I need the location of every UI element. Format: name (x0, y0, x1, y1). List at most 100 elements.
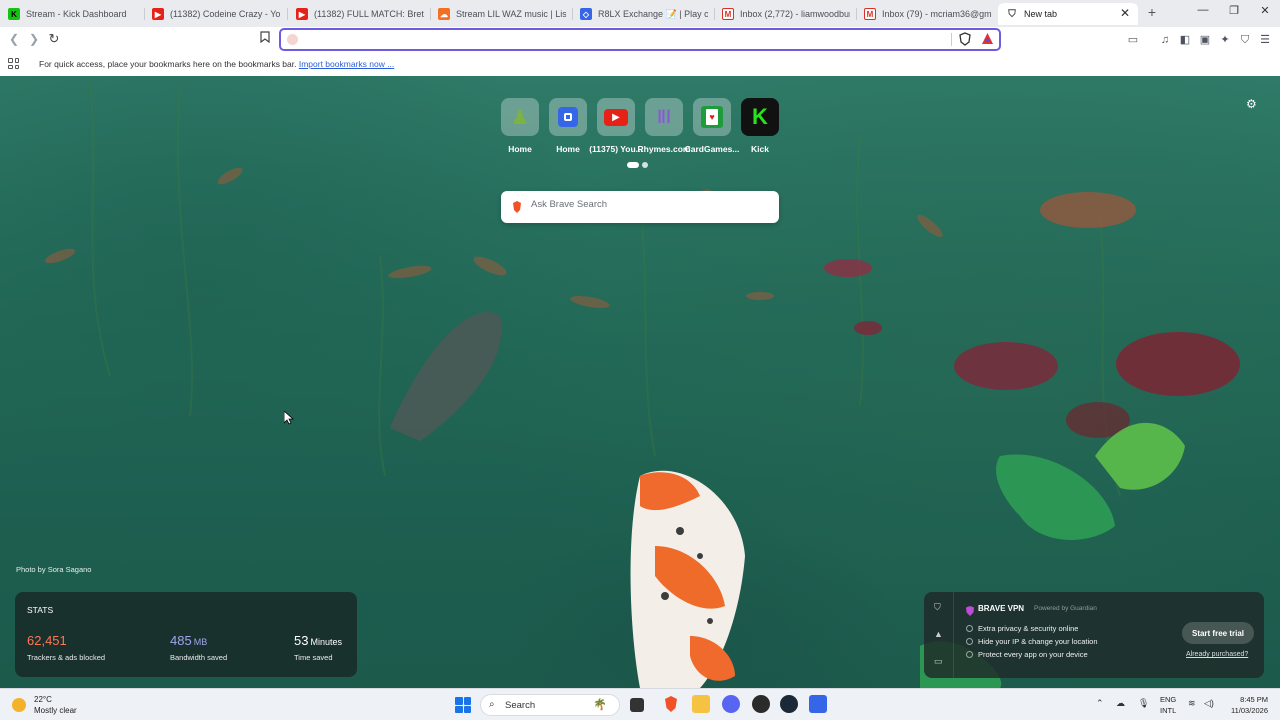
check-icon (966, 651, 973, 658)
address-bar[interactable] (279, 28, 1001, 51)
vpn-widget: ⛉ ▲ ▭ BRAVE VPN Powered by Guardian Extr… (924, 592, 1264, 678)
tab-title: R8LX Exchange 📝 | Play on Ro (598, 8, 708, 19)
bookmark-icon[interactable] (257, 31, 273, 47)
cards-icon: ♥ (693, 98, 731, 136)
microphone-icon[interactable]: 🎙 (1138, 698, 1149, 709)
steam-icon[interactable] (780, 695, 798, 713)
maximize-button[interactable]: ❐ (1226, 4, 1242, 17)
new-tab-page: ♟ Home Home ▶ (11375) You... ǁǀ Rhymes.c… (0, 76, 1280, 688)
check-icon (966, 625, 973, 632)
menu-icon[interactable]: ☰ (1258, 33, 1272, 47)
bookmarks-message: For quick access, place your bookmarks h… (39, 59, 395, 69)
tab-title: Inbox (2,772) - liamwoodbury2 (740, 9, 850, 19)
stat-trackers: 62,451 Trackers & ads blocked (27, 633, 106, 662)
terminal-app-icon[interactable] (630, 698, 644, 712)
search-input[interactable] (531, 199, 771, 210)
tab-strip: K Stream - Kick Dashboard ▶ (11382) Code… (0, 0, 1280, 27)
stat-time: 53 Minutes Time saved (294, 633, 342, 662)
customize-gear-icon[interactable]: ⚙ (1246, 97, 1257, 111)
reload-button[interactable]: ↻ (46, 31, 62, 47)
discord-icon[interactable] (722, 695, 740, 713)
wifi-icon[interactable]: ≋ (1188, 698, 1196, 709)
brave-lion-icon (512, 200, 522, 218)
sun-icon (12, 698, 26, 712)
sidebar-toggle-icon[interactable]: ◧ (1178, 33, 1192, 47)
start-free-trial-button[interactable]: Start free trial (1182, 622, 1254, 644)
tab-new-tab[interactable]: ⛉ New tab ✕ (998, 3, 1138, 25)
forward-button[interactable]: ❯ (26, 31, 42, 47)
youtube-icon: ▶ (597, 98, 635, 136)
stats-heading: STATS (27, 605, 54, 615)
brave-rewards-icon[interactable] (981, 32, 994, 50)
vpn-feature: Protect every app on your device (978, 650, 1088, 659)
show-hidden-icons[interactable]: ⌃ (1096, 698, 1104, 709)
address-input[interactable] (303, 32, 943, 48)
vpn-feature: Extra privacy & security online (978, 624, 1079, 633)
tab-gmail-1[interactable]: M Inbox (2,772) - liamwoodbury2 (722, 3, 850, 25)
roblox-app-icon[interactable] (809, 695, 827, 713)
gmail-icon: M (722, 8, 734, 20)
back-button[interactable]: ❮ (6, 31, 22, 47)
vpn-widget-icon[interactable]: ⛉ (934, 602, 941, 613)
cards-widget-icon[interactable]: ▭ (934, 656, 943, 667)
vpn-shield-icon[interactable]: ⛉ (1238, 33, 1252, 47)
import-bookmarks-link[interactable]: Import bookmarks now ... (299, 59, 394, 69)
file-explorer-icon[interactable] (692, 695, 710, 713)
tab-kick-dashboard[interactable]: K Stream - Kick Dashboard (8, 3, 142, 25)
brave-shields-icon[interactable] (959, 32, 971, 51)
tab-youtube-codeine[interactable]: ▶ (11382) Codeine Crazy - YouTu (152, 3, 280, 25)
network-tray-icon[interactable]: ☁ (1116, 698, 1125, 709)
gmail-icon: M (864, 8, 876, 20)
kick-icon: K (741, 98, 779, 136)
close-window-button[interactable]: ✕ (1257, 4, 1273, 17)
rhymes-icon: ǁǀ (645, 98, 683, 136)
top-site-kick[interactable]: K Kick (730, 98, 790, 154)
soundcloud-icon: ☁ (438, 8, 450, 20)
wallet-icon[interactable]: ▣ (1198, 33, 1212, 47)
start-button[interactable] (455, 697, 471, 713)
language-indicator[interactable]: ENG INTL (1160, 694, 1176, 716)
vpn-powered-by: Powered by Guardian (1034, 605, 1097, 612)
brave-search-icon (287, 34, 298, 45)
apps-grid-icon[interactable] (8, 58, 19, 69)
system-clock[interactable]: 8:45 PM 11/03/2026 (1226, 694, 1268, 716)
leo-ai-icon[interactable]: ✦ (1218, 33, 1232, 47)
mouse-cursor-icon (284, 411, 294, 425)
check-icon (966, 638, 973, 645)
kick-icon: K (8, 8, 20, 20)
volume-icon[interactable]: ◁) (1204, 698, 1214, 709)
rewards-widget-icon[interactable]: ▲ (934, 629, 943, 639)
tab-title: Inbox (79) - mcriam36@gmail (882, 9, 992, 19)
tab-youtube-match[interactable]: ▶ (11382) FULL MATCH: Bret Har (296, 3, 424, 25)
toolbar: ❮ ❯ ↻ ▭ ♫ ◧ ▣ ✦ ⛉ ☰ (0, 27, 1280, 53)
brave-app-icon[interactable] (662, 695, 680, 713)
game-app-icon[interactable] (752, 695, 770, 713)
tab-title: New tab (1024, 9, 1058, 19)
media-icon[interactable]: ♫ (1158, 33, 1172, 47)
taskbar: 22°C Mostly clear ⌕ Search 🌴 ⌃ ☁ 🎙 ENG I… (0, 688, 1280, 720)
new-tab-button[interactable]: + (1145, 4, 1159, 22)
search-highlight-icon: 🌴 (593, 699, 607, 711)
chess-pawn-icon: ♟ (501, 98, 539, 136)
tab-title: (11382) FULL MATCH: Bret Har (314, 9, 424, 19)
tab-soundcloud[interactable]: ☁ Stream LIL WAZ music | Listen (438, 3, 566, 25)
search-icon: ⌕ (489, 699, 495, 710)
tab-roblox[interactable]: ◇ R8LX Exchange 📝 | Play on Ro (580, 3, 708, 25)
tab-title: Stream LIL WAZ music | Listen (456, 9, 566, 19)
minimize-button[interactable]: — (1195, 4, 1211, 16)
vpn-title: BRAVE VPN (978, 604, 1025, 613)
sidebar-panel-icon[interactable]: ▭ (1126, 33, 1140, 47)
bookmarks-bar: For quick access, place your bookmarks h… (0, 53, 1280, 76)
vpn-shield-icon (966, 603, 974, 621)
already-purchased-link[interactable]: Already purchased? (1186, 651, 1248, 658)
photo-credit: Photo by Sora Sagano (16, 565, 92, 574)
youtube-icon: ▶ (152, 8, 164, 20)
taskbar-search[interactable]: ⌕ Search 🌴 (480, 694, 620, 716)
roblox-icon (549, 98, 587, 136)
tab-gmail-2[interactable]: M Inbox (79) - mcriam36@gmail (864, 3, 992, 25)
brave-search-box[interactable] (501, 191, 779, 223)
brave-shield-icon: ⛉ (1008, 8, 1016, 20)
top-sites-pagination[interactable] (627, 162, 648, 168)
close-tab-icon[interactable]: ✕ (1120, 6, 1130, 20)
stats-widget: STATS 62,451 Trackers & ads blocked 485 M… (15, 592, 357, 677)
